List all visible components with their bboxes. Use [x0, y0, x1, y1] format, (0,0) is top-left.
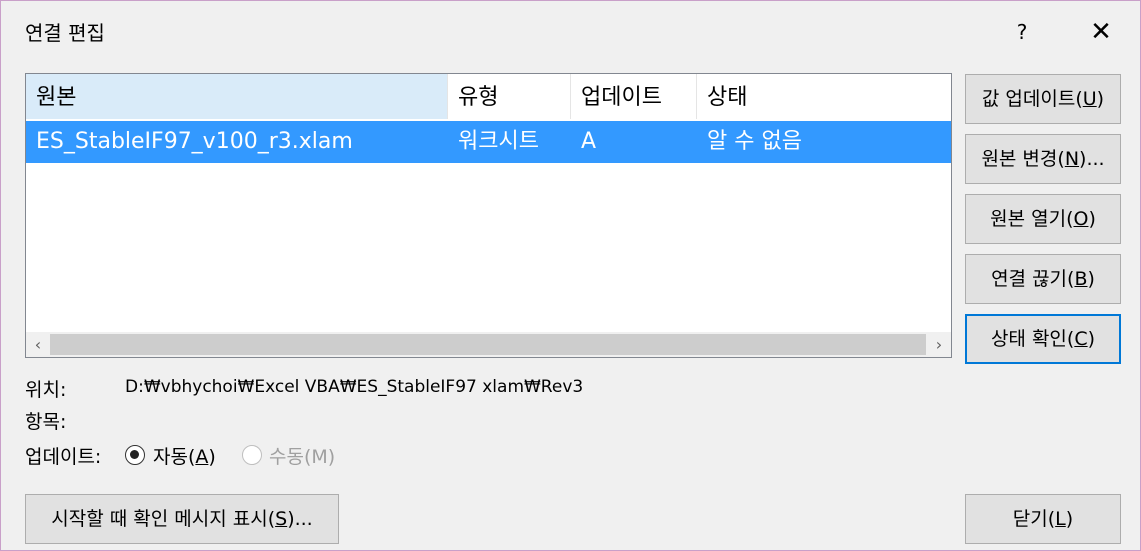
button-label: 값 업데이트(	[981, 88, 1083, 110]
button-accesskey: U	[1082, 88, 1097, 110]
button-label: 시작할 때 확인 메시지 표시(	[51, 508, 276, 530]
update-values-button[interactable]: 값 업데이트(U)	[965, 74, 1121, 124]
button-label-tail: )	[1065, 508, 1074, 530]
close-icon[interactable]: ✕	[1081, 15, 1121, 49]
link-source-cell: ES_StableIF97_v100_r3.xlam	[36, 129, 353, 154]
open-source-button[interactable]: 원본 열기(O)	[965, 194, 1121, 244]
title-bar: 연결 편집 ? ✕	[1, 1, 1140, 61]
button-label-tail: )	[1096, 88, 1105, 110]
button-accesskey: C	[1074, 328, 1088, 350]
list-item[interactable]: ES_StableIF97_v100_r3.xlam 워크시트 A 알 수 없음	[26, 121, 951, 163]
button-label: 상태 확인(	[990, 328, 1075, 350]
button-label: 닫기(	[1012, 508, 1056, 530]
button-label-tail: )	[1088, 208, 1096, 230]
help-button[interactable]: ?	[1005, 15, 1039, 49]
check-status-button[interactable]: 상태 확인(C)	[965, 314, 1121, 364]
change-source-button[interactable]: 원본 변경(N)...	[965, 134, 1121, 184]
button-label-tail: )	[1087, 268, 1095, 290]
radio-text: 자동(	[153, 446, 196, 468]
button-accesskey: O	[1073, 208, 1089, 230]
link-type-cell: 워크시트	[458, 129, 539, 154]
button-label-tail: )...	[1079, 148, 1105, 170]
button-accesskey: N	[1064, 148, 1080, 170]
column-header-type[interactable]: 유형	[448, 74, 571, 119]
location-value: D:₩vbhychoi₩Excel VBA₩ES_StableIF97 xlam…	[125, 377, 584, 397]
manual-radio-label: 수동(M)	[269, 446, 336, 468]
manual-radio	[242, 445, 262, 465]
location-label: 위치:	[25, 379, 67, 401]
automatic-radio[interactable]	[125, 445, 145, 465]
automatic-radio-label[interactable]: 자동(A)	[153, 442, 216, 469]
horizontal-scrollbar[interactable]: ‹ ›	[26, 332, 951, 357]
button-label: 원본 열기(	[990, 208, 1074, 230]
edit-links-dialog: 연결 편집 ? ✕ 원본 유형 업데이트 상태 ES_StableIF97_v1…	[0, 0, 1141, 551]
startup-prompt-button[interactable]: 시작할 때 확인 메시지 표시(S)...	[25, 494, 339, 544]
button-label-tail: )...	[287, 508, 313, 530]
button-accesskey: L	[1055, 508, 1066, 530]
link-status-cell: 알 수 없음	[707, 129, 802, 154]
item-label: 항목:	[25, 411, 67, 433]
column-header-update[interactable]: 업데이트	[571, 74, 697, 119]
button-accesskey: S	[275, 508, 288, 530]
column-header-source[interactable]: 원본	[26, 74, 448, 119]
links-list[interactable]: 원본 유형 업데이트 상태 ES_StableIF97_v100_r3.xlam…	[25, 73, 952, 358]
update-mode-label: 업데이트:	[25, 446, 102, 468]
scroll-left-icon[interactable]: ‹	[26, 332, 50, 357]
close-button[interactable]: 닫기(L)	[965, 494, 1121, 544]
button-label: 연결 끊기(	[991, 268, 1075, 290]
scrollbar-thumb[interactable]	[50, 334, 926, 355]
link-update-cell: A	[581, 129, 597, 154]
button-label-tail: )	[1087, 328, 1096, 350]
button-accesskey: B	[1074, 268, 1088, 290]
button-label: 원본 변경(	[981, 148, 1065, 170]
scroll-right-icon[interactable]: ›	[927, 332, 951, 357]
dialog-title: 연결 편집	[25, 21, 105, 45]
column-header-status[interactable]: 상태	[697, 74, 951, 119]
list-header: 원본 유형 업데이트 상태	[26, 74, 951, 119]
break-link-button[interactable]: 연결 끊기(B)	[965, 254, 1121, 304]
radio-accesskey: A	[195, 446, 209, 468]
radio-text-tail: )	[208, 446, 216, 468]
